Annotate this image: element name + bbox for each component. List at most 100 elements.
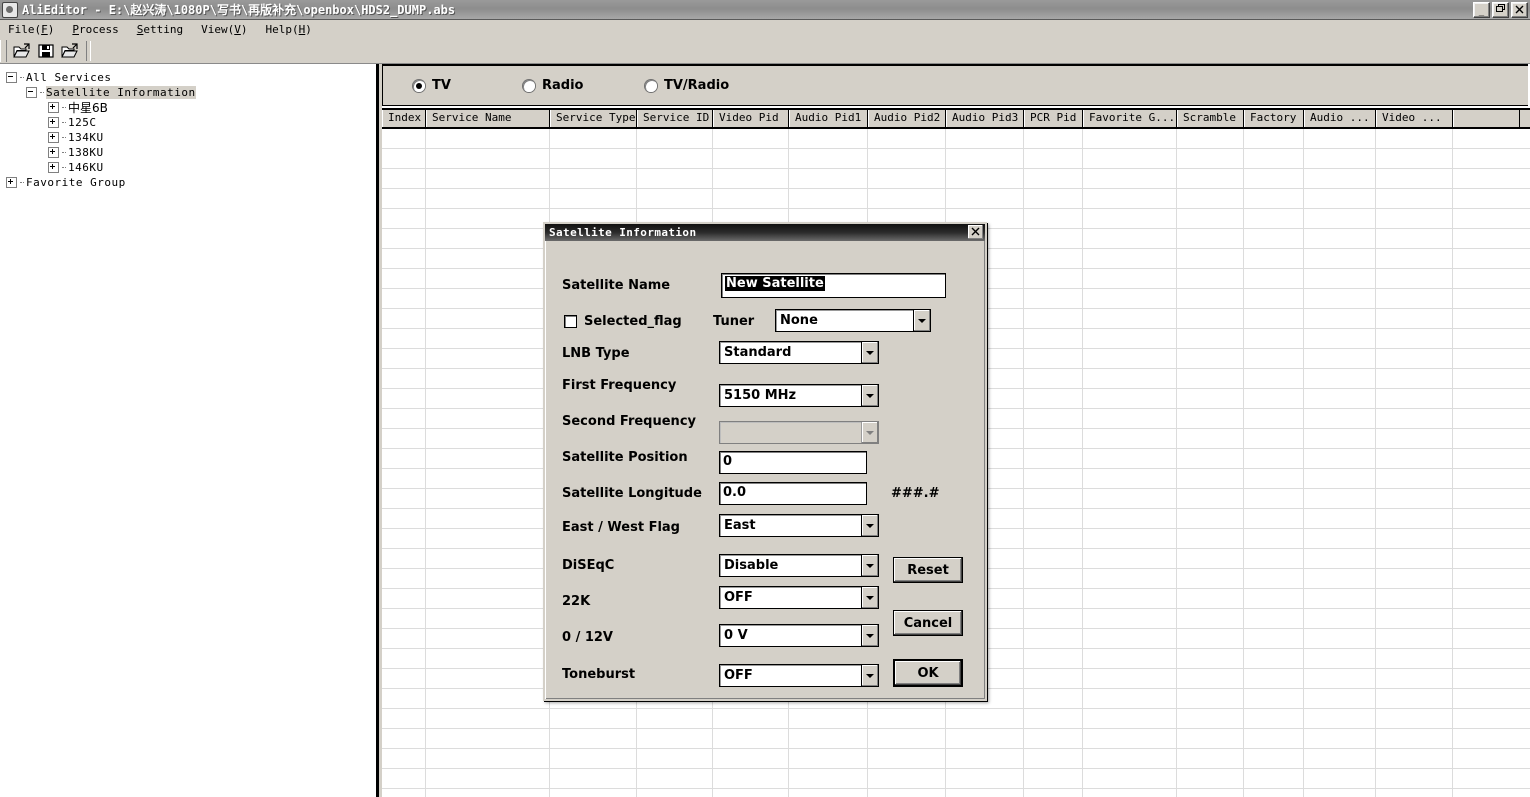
table-row[interactable] <box>382 149 1530 169</box>
expander-plus-icon[interactable] <box>48 132 59 143</box>
expander-plus-icon[interactable] <box>48 117 59 128</box>
menu-file[interactable]: File(F) <box>6 22 62 37</box>
expander-minus-icon[interactable] <box>6 72 17 83</box>
table-row[interactable] <box>382 729 1530 749</box>
column-header-factory[interactable]: Factory <box>1244 110 1304 127</box>
tree-node-138ku[interactable]: 138KU <box>6 145 376 160</box>
label-0-12v: 0 / 12V <box>562 630 613 645</box>
column-header-video-pid[interactable]: Video Pid <box>713 110 789 127</box>
tree-node-satellite-information[interactable]: Satellite Information <box>6 85 376 100</box>
save-file-button[interactable] <box>34 40 57 62</box>
toneburst-dropdown[interactable]: OFF <box>719 664 879 687</box>
radio-tv[interactable]: TV <box>413 78 451 93</box>
radio-tv-radio[interactable]: TV/Radio <box>645 78 729 93</box>
second-frequency-dropdown[interactable] <box>719 421 879 444</box>
chevron-down-icon[interactable] <box>861 625 878 646</box>
chevron-down-icon[interactable] <box>861 587 878 608</box>
dialog-titlebar[interactable]: Satellite Information <box>545 224 985 241</box>
expander-plus-icon[interactable] <box>48 162 59 173</box>
menu-view[interactable]: View(V) <box>199 22 255 37</box>
satellite-longitude-input[interactable]: 0.0 <box>719 482 867 505</box>
column-header-audio-pid1[interactable]: Audio Pid1 <box>789 110 868 127</box>
ok-button[interactable]: OK <box>893 659 963 687</box>
menu-setting[interactable]: Setting <box>135 22 191 37</box>
tree-connector <box>20 76 24 79</box>
column-header-audio-extra[interactable]: Audio ... <box>1304 110 1376 127</box>
expander-plus-icon[interactable] <box>48 147 59 158</box>
table-row[interactable] <box>382 769 1530 789</box>
column-header-audio-pid2[interactable]: Audio Pid2 <box>868 110 946 127</box>
table-row[interactable] <box>382 189 1530 209</box>
diseqc-value: Disable <box>724 558 779 573</box>
tree-node-favorite-group[interactable]: Favorite Group <box>6 175 376 190</box>
lnb-type-dropdown[interactable]: Standard <box>719 341 879 364</box>
column-header-video-extra[interactable]: Video ... <box>1376 110 1453 127</box>
column-header-audio-pid3[interactable]: Audio Pid3 <box>946 110 1024 127</box>
v012-dropdown[interactable]: 0 V <box>719 624 879 647</box>
radio-label: TV <box>432 78 451 93</box>
satellite-information-dialog: Satellite Information Satellite Name New… <box>543 222 987 701</box>
dialog-body: Satellite Name New Satellite Selected_fl… <box>545 241 985 701</box>
tree-node-134ku[interactable]: 134KU <box>6 130 376 145</box>
column-header-index[interactable]: Index <box>382 110 426 127</box>
minimize-icon[interactable]: _ <box>1473 2 1490 18</box>
close-icon[interactable] <box>1511 2 1528 18</box>
label-toneburst: Toneburst <box>562 667 636 682</box>
restore-icon[interactable] <box>1492 2 1509 18</box>
table-row[interactable] <box>382 709 1530 729</box>
toneburst-value: OFF <box>724 668 753 683</box>
expander-plus-icon[interactable] <box>48 102 59 113</box>
menu-help[interactable]: Help(H) <box>264 22 320 37</box>
expander-plus-icon[interactable] <box>6 177 17 188</box>
open-file-button[interactable] <box>10 40 33 62</box>
column-header-service-id[interactable]: Service ID <box>637 110 713 127</box>
diseqc-dropdown[interactable]: Disable <box>719 554 879 577</box>
satellite-name-input[interactable]: New Satellite <box>721 273 946 298</box>
column-header-scramble[interactable]: Scramble <box>1177 110 1244 127</box>
expander-minus-icon[interactable] <box>26 87 37 98</box>
tuner-dropdown[interactable]: None <box>775 309 931 332</box>
chevron-down-icon[interactable] <box>861 665 878 686</box>
chevron-down-icon[interactable] <box>861 342 878 363</box>
column-header-pcr-pid[interactable]: PCR Pid <box>1024 110 1083 127</box>
reset-button[interactable]: Reset <box>893 557 963 583</box>
cancel-button[interactable]: Cancel <box>893 610 963 636</box>
radio-radio[interactable]: Radio <box>523 78 583 93</box>
radio-selected-icon[interactable] <box>413 79 425 92</box>
dialog-close-icon[interactable] <box>968 225 983 239</box>
open-dump-button[interactable] <box>58 40 81 62</box>
column-header-service-type[interactable]: Service Type <box>550 110 637 127</box>
k22-dropdown[interactable]: OFF <box>719 586 879 609</box>
service-type-filter: TV Radio TV/Radio <box>382 64 1528 106</box>
ali-editor-window: AliEditor - E:\赵兴涛\1080P\写书\再版补充\openbox… <box>0 0 1530 797</box>
radio-unselected-icon[interactable] <box>523 79 535 92</box>
radio-unselected-icon[interactable] <box>645 79 657 92</box>
radio-label: TV/Radio <box>664 78 730 93</box>
chevron-down-icon[interactable] <box>861 515 878 536</box>
tree-node-146ku[interactable]: 146KU <box>6 160 376 175</box>
table-row[interactable] <box>382 789 1530 797</box>
tree-node-zhongxing6b[interactable]: 中星6B <box>6 100 376 115</box>
column-header-blank[interactable] <box>1453 110 1520 127</box>
table-row[interactable] <box>382 749 1530 769</box>
satellite-position-input[interactable]: 0 <box>719 451 867 474</box>
table-row[interactable] <box>382 169 1530 189</box>
tree-node-all-services[interactable]: All Services <box>6 70 376 85</box>
menu-process[interactable]: Process <box>70 22 126 37</box>
first-frequency-value: 5150 MHz <box>724 388 797 403</box>
toolbar-empty-area <box>91 40 1530 62</box>
window-controls: _ <box>1473 2 1528 18</box>
column-header-service-name[interactable]: Service Name <box>426 110 550 127</box>
chevron-down-icon[interactable] <box>861 422 878 443</box>
east-west-flag-dropdown[interactable]: East <box>719 514 879 537</box>
chevron-down-icon[interactable] <box>913 310 930 331</box>
tree-node-125c[interactable]: 125C <box>6 115 376 130</box>
chevron-down-icon[interactable] <box>861 385 878 406</box>
chevron-down-icon[interactable] <box>861 555 878 576</box>
table-row[interactable] <box>382 129 1530 149</box>
selected-flag-checkbox[interactable] <box>564 315 577 328</box>
radio-label: Radio <box>542 78 584 93</box>
first-frequency-dropdown[interactable]: 5150 MHz <box>719 384 879 407</box>
column-header-favorite-group[interactable]: Favorite G... <box>1083 110 1177 127</box>
tree-label: 138KU <box>68 146 104 159</box>
